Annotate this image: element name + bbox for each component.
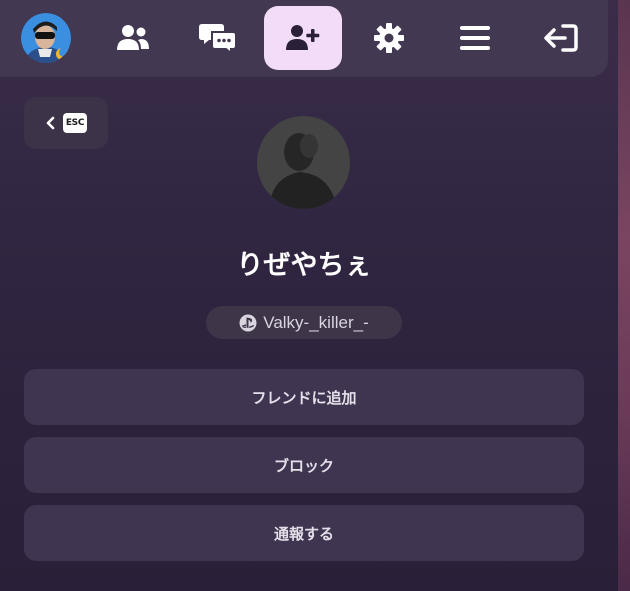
- back-button[interactable]: ESC: [24, 97, 108, 149]
- friends-icon: [117, 25, 149, 50]
- add-friend-button[interactable]: フレンドに追加: [24, 369, 584, 425]
- platform-handle: Valky-_killer_-: [263, 312, 369, 332]
- platform-account: Valky-_killer_-: [206, 306, 402, 339]
- chevron-left-icon: [46, 116, 55, 130]
- nav-friends[interactable]: [94, 6, 172, 70]
- nav-menu[interactable]: [436, 6, 514, 70]
- add-friend-icon: [286, 25, 320, 50]
- nav-logout[interactable]: [522, 6, 600, 70]
- nav-chat[interactable]: [179, 6, 257, 70]
- profile-avatar: [257, 116, 350, 209]
- esc-key-label: ESC: [63, 113, 87, 133]
- display-name: りぜやちぇ: [236, 250, 372, 281]
- block-button[interactable]: ブロック: [24, 437, 584, 493]
- nav-settings[interactable]: [350, 6, 428, 70]
- nav-add-friend[interactable]: [264, 6, 342, 70]
- top-nav-bar: [0, 0, 608, 77]
- gear-icon: [374, 23, 404, 53]
- social-panel: ESC りぜやちぇ Valky-_killer_- フレンドに追加 ブロック 通…: [0, 0, 618, 591]
- playstation-icon: [239, 314, 257, 331]
- user-avatar[interactable]: [21, 13, 71, 63]
- logout-icon: [544, 24, 578, 52]
- report-button[interactable]: 通報する: [24, 505, 584, 561]
- chat-icon: [199, 24, 237, 54]
- menu-icon: [460, 26, 490, 50]
